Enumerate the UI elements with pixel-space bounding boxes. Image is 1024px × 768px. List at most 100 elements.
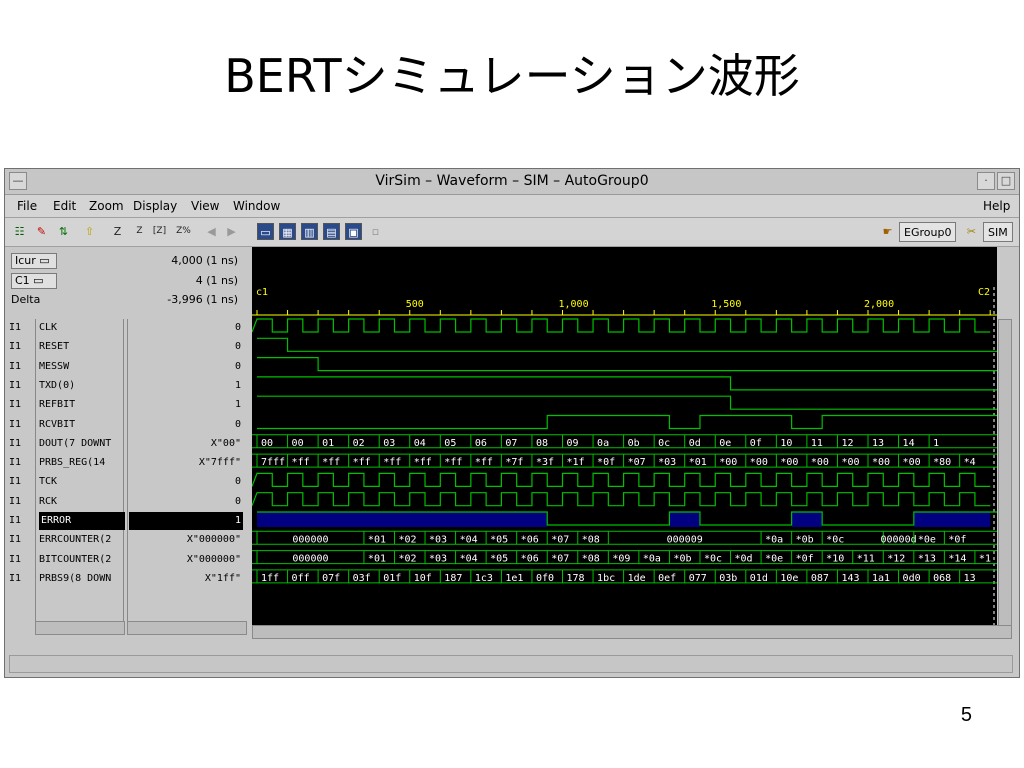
bus-bitcounter-value: *08 [582, 554, 600, 565]
next-edge-icon[interactable]: ▶ [223, 223, 240, 240]
zoom-percent-button[interactable]: Z% [175, 223, 192, 240]
bus-errcounter-value: *0f [948, 534, 966, 545]
signal-row[interactable]: I1 PRBS_REG(14 X"7fff" [5, 454, 250, 473]
signal-name[interactable]: ERROR [39, 512, 125, 530]
menu-file[interactable]: File [17, 199, 37, 213]
signal-add-icon[interactable]: ⇅ [55, 223, 72, 240]
status-bar [9, 655, 1013, 673]
bus-prbs9-value: 0d0 [903, 573, 921, 584]
cursor-c2-label: C2 [978, 287, 990, 298]
waveform-area[interactable]: 500 1,000 1,500 2,000 c1 C2 00 00 01 02 03 04 05 06 07… [252, 247, 997, 639]
hierarchy-icon[interactable]: ☷ [11, 223, 28, 240]
signal-row[interactable]: I1 MESSW 0 [5, 358, 250, 377]
window-titlebar: — VirSim – Waveform – SIM – AutoGroup0 ·… [5, 169, 1019, 195]
signal-name[interactable]: PRBS_REG(14 [39, 457, 123, 468]
bus-dout-value: 09 [567, 438, 579, 449]
bus-dout-value: 03 [383, 438, 395, 449]
wave-scrollbar[interactable] [252, 625, 1012, 639]
signal-name[interactable]: REFBIT [39, 399, 123, 410]
hand-icon[interactable]: ☛ [879, 223, 896, 240]
menu-display[interactable]: Display [133, 199, 177, 213]
bus-prbs9-value: 10f [414, 573, 432, 584]
signal-row[interactable]: I1 TXD(0) 1 [5, 377, 250, 396]
prev-edge-icon[interactable]: ◀ [203, 223, 220, 240]
signal-row[interactable]: I1 RESET 0 [5, 338, 250, 357]
error-high-region [913, 512, 991, 527]
menu-edit[interactable]: Edit [53, 199, 76, 213]
bus-prbs-reg-value: *03 [658, 457, 676, 468]
bus-prbs-reg-value: *ff [383, 457, 401, 468]
c1-dropdown[interactable]: C1 ▭ [11, 273, 57, 289]
signal-name[interactable]: RCVBIT [39, 419, 123, 430]
value-scrollbar[interactable] [127, 621, 247, 635]
signal-name[interactable]: MESSW [39, 361, 123, 372]
signal-row[interactable]: I1 PRBS9(8 DOWN X"1ff" [5, 570, 250, 589]
signal-group: I1 [9, 360, 22, 372]
pencil-icon[interactable]: ✎ [33, 223, 50, 240]
menu-window[interactable]: Window [233, 199, 280, 213]
c1-value: 4 (1 ns) [195, 274, 238, 287]
sim-link-icon[interactable]: ✂ [963, 223, 980, 240]
signal-name[interactable]: CLK [39, 322, 123, 333]
bus-prbs-reg-value: *00 [780, 457, 798, 468]
menu-zoom[interactable]: Zoom [89, 199, 124, 213]
bus-dout-value: 06 [475, 438, 487, 449]
signal-row[interactable]: I1 ERRCOUNTER(2 X"000000" [5, 531, 250, 550]
bus-bitcounter-value: *0d [735, 554, 753, 565]
zoom-fit-button[interactable]: [Z] [151, 223, 168, 240]
zoom-out-button[interactable]: Z [131, 223, 148, 240]
signal-row[interactable]: I1 DOUT(7 DOWNT X"00" [5, 435, 250, 454]
bus-prbs9-value: 03b [719, 573, 737, 584]
signal-name[interactable]: RESET [39, 341, 123, 352]
signal-row[interactable]: I1 RCK 0 [5, 493, 250, 512]
bus-errcounter-value: *06 [521, 534, 539, 545]
signal-row[interactable]: I1 CLK 0 [5, 319, 250, 338]
signal-name[interactable]: TXD(0) [39, 380, 123, 391]
menu-help[interactable]: Help [983, 199, 1010, 213]
grid-1-icon[interactable]: ▭ [257, 223, 274, 240]
delta-label: Delta [11, 293, 41, 306]
signal-row[interactable]: I1 REFBIT 1 [5, 396, 250, 415]
rcvbit-wave [257, 414, 997, 430]
grid-6-icon[interactable]: ▫ [367, 223, 384, 240]
bus-prbs-reg-value: *4 [964, 457, 976, 468]
signal-row[interactable]: I1 BITCOUNTER(2 X"000000" [5, 551, 250, 570]
bus-prbs-reg-value: *0f [597, 457, 615, 468]
bus-prbs-reg-value: *00 [719, 457, 737, 468]
signal-name[interactable]: BITCOUNTER(2 [39, 554, 123, 565]
sim-button[interactable]: SIM [983, 222, 1013, 242]
signal-name[interactable]: ERRCOUNTER(2 [39, 534, 123, 545]
grid-2-icon[interactable]: ▦ [279, 223, 296, 240]
bus-bitcounter-value: *09 [612, 554, 630, 565]
signal-name[interactable]: PRBS9(8 DOWN [39, 573, 123, 584]
bus-errcounter-value: *0b [796, 534, 814, 545]
signal-name[interactable]: TCK [39, 476, 123, 487]
signal-row[interactable]: I1 RCVBIT 0 [5, 416, 250, 435]
icur-dropdown[interactable]: Icur ▭ [11, 253, 57, 269]
refbit-wave [257, 395, 997, 410]
timeline-label: 2,000 [864, 299, 894, 310]
menu-view[interactable]: View [191, 199, 219, 213]
bus-prbs9-value: 03f [353, 573, 371, 584]
grid-3-icon[interactable]: ▥ [301, 223, 318, 240]
egroup-button[interactable]: EGroup0 [899, 222, 957, 242]
maximize-button[interactable]: □ [997, 172, 1015, 190]
waveform-canvas[interactable]: 500 1,000 1,500 2,000 c1 C2 00 00 01 02 03 04 05 06 07… [252, 247, 997, 639]
signal-row[interactable]: I1 ERROR 1 [5, 512, 250, 531]
arrow-up-icon[interactable]: ⇧ [81, 223, 98, 240]
grid-4-icon[interactable]: ▤ [323, 223, 340, 240]
signal-name[interactable]: RCK [39, 496, 123, 507]
bus-prbs-reg-value: *00 [872, 457, 890, 468]
vertical-scrollbar[interactable] [998, 319, 1012, 639]
zoom-in-button[interactable]: Z [109, 223, 126, 240]
bus-bitcounter-value: *04 [460, 554, 478, 565]
signal-row[interactable]: I1 TCK 0 [5, 473, 250, 492]
signal-group: I1 [9, 418, 22, 430]
bus-prbs-reg-value: *80 [933, 457, 951, 468]
grid-5-icon[interactable]: ▣ [345, 223, 362, 240]
signal-name[interactable]: DOUT(7 DOWNT [39, 438, 123, 449]
name-scrollbar[interactable] [35, 621, 125, 635]
bus-prbs9-value: 1bc [597, 573, 615, 584]
signal-value: X"000000" [186, 534, 241, 546]
minimize-button[interactable]: · [977, 172, 995, 190]
